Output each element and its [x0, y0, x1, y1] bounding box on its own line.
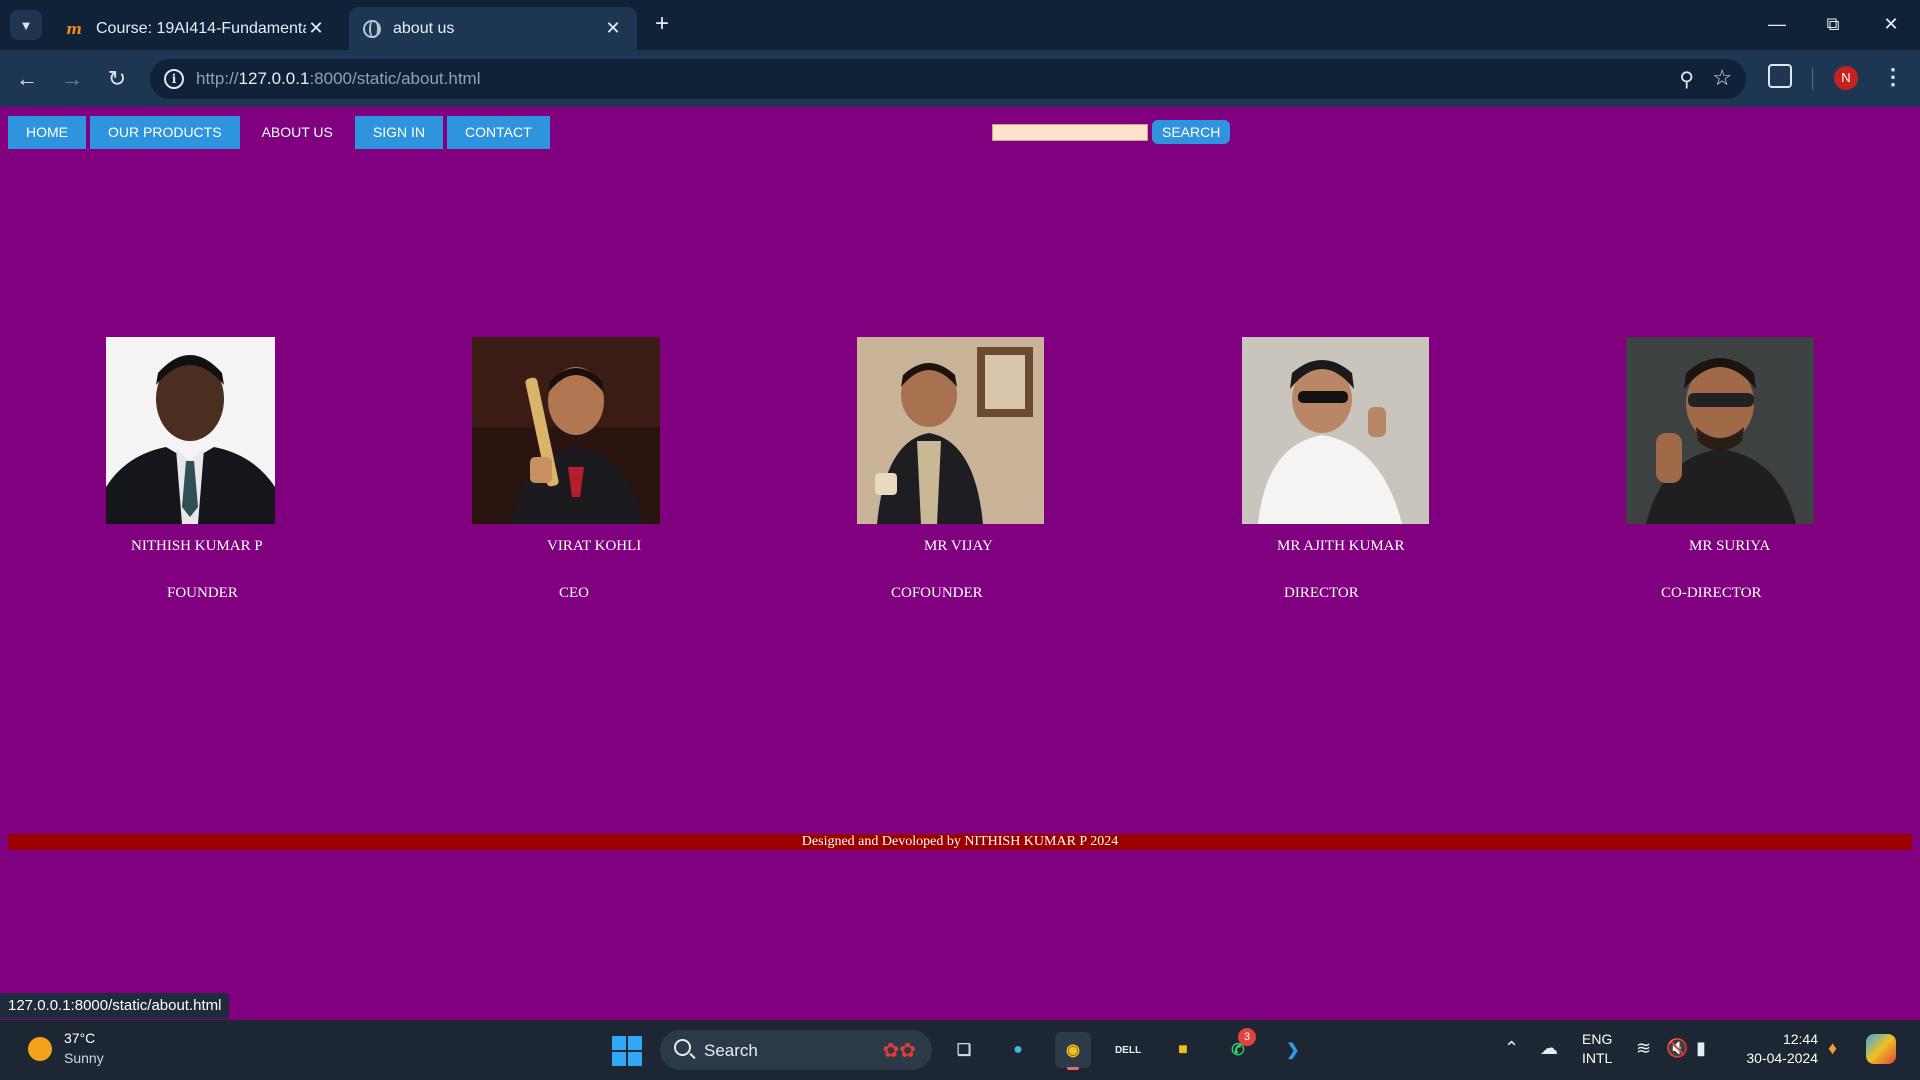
sun-icon[interactable] — [28, 1037, 52, 1061]
team-member-role: COFOUNDER — [891, 585, 983, 601]
browser-tab-strip: ▼ m Course: 19AI414-Fundamentals ✕ about… — [0, 0, 1920, 50]
browser-tab-course[interactable]: m Course: 19AI414-Fundamentals ✕ — [50, 7, 340, 50]
search-button[interactable]: SEARCH — [1152, 120, 1231, 144]
nav-about-button[interactable]: ABOUT US — [244, 116, 351, 149]
back-arrow-icon[interactable]: ← — [12, 64, 42, 94]
tab-title: Course: 19AI414-Fundamentals — [96, 19, 306, 37]
windows-taskbar: 37°C Sunny Search ✿✿ ❏ ● ◉ DELL ■ ✆ 3 ❯ … — [0, 1020, 1920, 1080]
profile-avatar[interactable]: N — [1834, 66, 1858, 90]
toolbar-divider — [1812, 68, 1813, 90]
close-tab-icon[interactable]: ✕ — [306, 18, 326, 39]
nav-contact-button[interactable]: CONTACT — [447, 116, 550, 149]
team-member-name: VIRAT KOHLI — [547, 538, 642, 554]
zoom-icon[interactable]: ⚲ — [1679, 67, 1694, 92]
volume-muted-icon[interactable]: 🔇 — [1666, 1038, 1688, 1059]
team-member-role: FOUNDER — [167, 585, 238, 601]
tab-title: about us — [393, 19, 455, 37]
moodle-icon: m — [66, 19, 82, 38]
site-info-icon[interactable]: i — [164, 69, 184, 89]
team-member-name: NITHISH KUMAR P — [131, 538, 263, 554]
task-view-icon[interactable]: ❏ — [946, 1032, 982, 1068]
team-member-role: DIRECTOR — [1284, 585, 1359, 601]
link-status-tooltip: 127.0.0.1:8000/static/about.html — [0, 993, 230, 1019]
team-member-name: MR VIJAY — [924, 538, 993, 554]
notification-badge: 3 — [1238, 1028, 1256, 1046]
notification-bell-icon[interactable]: ♦ — [1828, 1038, 1837, 1059]
taskbar-search[interactable]: Search ✿✿ — [660, 1030, 932, 1070]
weather-condition[interactable]: Sunny — [64, 1050, 104, 1066]
team-photo-director — [1242, 337, 1429, 524]
more-menu-icon[interactable]: ⋮ — [1882, 64, 1904, 90]
minimize-icon[interactable]: — — [1757, 9, 1797, 39]
page-viewport: HOME OUR PRODUCTS ABOUT US SIGN IN CONTA… — [0, 107, 1920, 1019]
onedrive-cloud-icon[interactable]: ☁ — [1540, 1038, 1558, 1059]
close-window-icon[interactable]: ✕ — [1871, 9, 1911, 39]
clock-date: 30-04-2024 — [1746, 1050, 1818, 1066]
page-footer: Designed and Devoloped by NITHISH KUMAR … — [8, 834, 1912, 850]
wifi-icon[interactable]: ≋ — [1636, 1038, 1651, 1059]
nav-signin-button[interactable]: SIGN IN — [354, 116, 443, 149]
windows-start-icon[interactable] — [612, 1036, 642, 1066]
weather-temperature[interactable]: 37°C — [64, 1030, 95, 1046]
nav-home-button[interactable]: HOME — [8, 116, 86, 149]
team-photo-co-director — [1626, 337, 1814, 524]
restore-icon[interactable]: ⧉ — [1813, 9, 1853, 39]
team-member-name: MR AJITH KUMAR — [1277, 538, 1405, 554]
forward-arrow-icon[interactable]: → — [57, 64, 87, 94]
browser-tab-about[interactable]: about us ✕ — [349, 7, 637, 50]
team-photo-cofounder — [857, 337, 1044, 524]
file-explorer-icon[interactable]: ■ — [1165, 1032, 1201, 1068]
search-icon — [674, 1039, 691, 1056]
chrome-icon[interactable]: ◉ — [1055, 1032, 1091, 1070]
vscode-icon[interactable]: ❯ — [1275, 1032, 1311, 1068]
taskbar-search-label: Search — [704, 1041, 758, 1060]
keyboard-layout: INTL — [1582, 1050, 1613, 1066]
address-bar[interactable]: i http://127.0.0.1:8000/static/about.htm… — [150, 59, 1746, 99]
language-code: ENG — [1582, 1031, 1613, 1047]
team-member-role: CEO — [559, 585, 589, 601]
team-member-name: MR SURIYA — [1689, 538, 1771, 554]
language-indicator[interactable]: ENG INTL — [1582, 1030, 1612, 1068]
nav-products-button[interactable]: OUR PRODUCTS — [90, 116, 240, 149]
clock-time: 12:44 — [1782, 1031, 1818, 1047]
new-tab-icon[interactable]: + — [650, 12, 674, 38]
url-text[interactable]: http://127.0.0.1:8000/static/about.html — [196, 69, 480, 89]
extensions-icon[interactable] — [1768, 64, 1792, 88]
edge-icon[interactable]: ● — [1000, 1032, 1036, 1068]
search-input[interactable] — [992, 124, 1148, 141]
dell-icon[interactable]: DELL — [1110, 1032, 1146, 1068]
system-clock[interactable]: 12:44 30-04-2024 — [1738, 1030, 1818, 1068]
copilot-icon[interactable] — [1866, 1034, 1896, 1064]
battery-icon[interactable]: ▮ — [1696, 1038, 1706, 1059]
browser-toolbar: ← → ↻ i http://127.0.0.1:8000/static/abo… — [0, 50, 1920, 107]
site-navigation: HOME OUR PRODUCTS ABOUT US SIGN IN CONTA… — [8, 116, 554, 149]
bookmark-star-icon[interactable]: ☆ — [1712, 65, 1732, 91]
team-member-role: CO-DIRECTOR — [1661, 585, 1762, 601]
close-tab-icon[interactable]: ✕ — [603, 18, 623, 39]
team-photo-founder — [106, 337, 275, 524]
team-photo-ceo — [472, 337, 660, 524]
strawberry-icon: ✿✿ — [882, 1040, 916, 1062]
tab-search-dropdown-icon[interactable]: ▼ — [10, 10, 42, 40]
chevron-up-icon[interactable]: ⌃ — [1504, 1038, 1519, 1059]
reload-icon[interactable]: ↻ — [102, 64, 132, 94]
globe-icon — [363, 19, 381, 38]
